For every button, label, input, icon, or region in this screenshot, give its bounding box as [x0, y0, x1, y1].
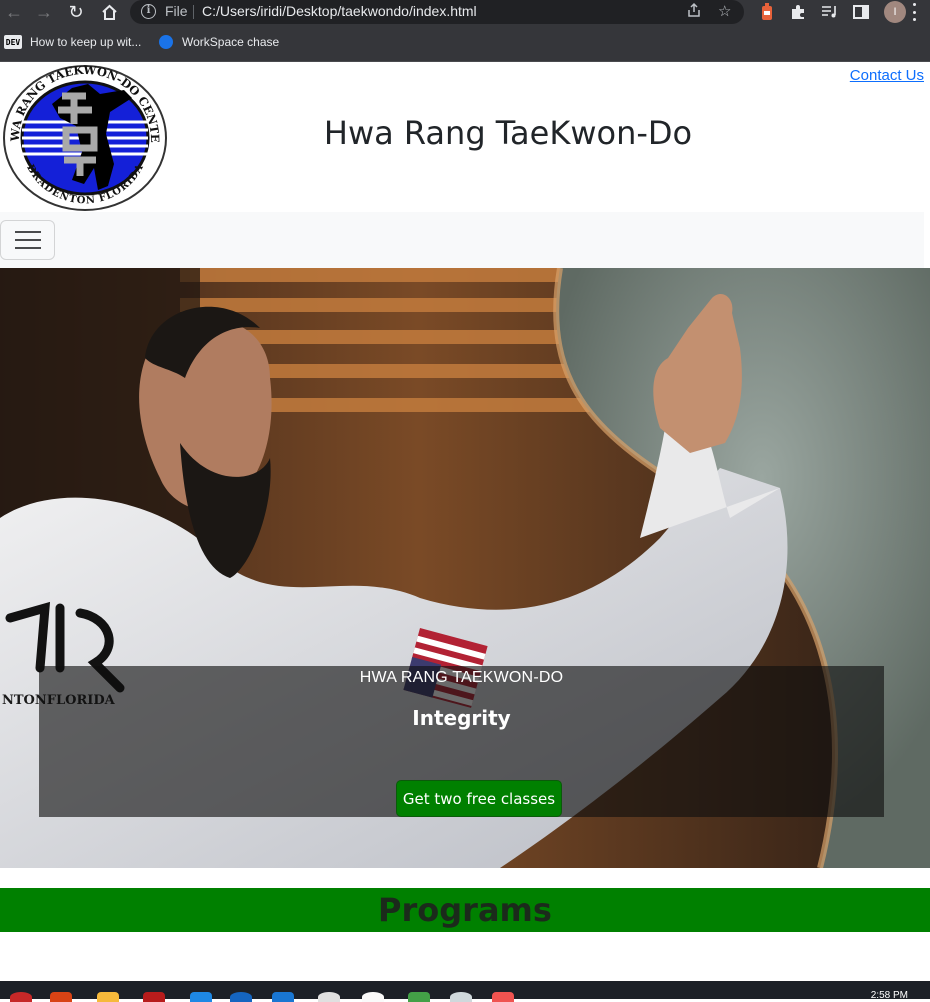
side-panel-icon[interactable]: [851, 2, 871, 22]
carousel-caption: HWA RANG TAEKWON-DO Integrity Get two fr…: [39, 666, 884, 817]
share-icon[interactable]: [686, 2, 702, 22]
extension-icon[interactable]: [757, 2, 777, 22]
bookmarks-bar: DEV How to keep up wit... WorkSpace chas…: [0, 26, 930, 62]
scheme-label: File: [165, 3, 188, 19]
url-text[interactable]: C:/Users/iridi/Desktop/taekwondo/index.h…: [202, 3, 477, 19]
taskbar-app-icon[interactable]: [318, 992, 340, 1002]
dev-icon: DEV: [4, 35, 22, 49]
taskbar-app-icon[interactable]: [190, 992, 212, 1002]
taskbar-app-icon[interactable]: [492, 992, 514, 1002]
free-classes-button[interactable]: Get two free classes: [396, 780, 562, 817]
hero-carousel: NTONFLORIDA HWA RANG TAEKWON-DO Integrit…: [0, 268, 930, 868]
hamburger-menu-button[interactable]: [0, 220, 55, 260]
caption-kicker: HWA RANG TAEKWON-DO: [359, 669, 564, 686]
media-control-icon[interactable]: [820, 2, 840, 22]
taskbar-app-icon[interactable]: [408, 992, 430, 1002]
taskbar-app-icon[interactable]: [10, 992, 32, 1002]
back-icon[interactable]: ←: [2, 1, 26, 23]
profile-avatar[interactable]: I: [884, 1, 906, 23]
forward-icon[interactable]: →: [32, 1, 56, 23]
bookmark-label: How to keep up wit...: [30, 35, 142, 49]
bookmark-label: WorkSpace chase: [182, 35, 280, 49]
caption-motto: Integrity: [412, 706, 511, 730]
taskbar-app-icon[interactable]: [450, 992, 472, 1002]
bookmark-item[interactable]: DEV How to keep up wit...: [4, 35, 141, 49]
programs-heading: Programs: [0, 888, 930, 932]
taskbar-clock: 2:58 PM: [870, 990, 908, 1001]
puzzle-icon[interactable]: [788, 2, 808, 22]
navbar: [0, 212, 924, 268]
address-bar[interactable]: i File C:/Users/iridi/Desktop/taekwondo/…: [130, 0, 744, 24]
bookmark-star-icon[interactable]: ☆: [718, 2, 731, 20]
home-icon[interactable]: [97, 1, 121, 23]
taskbar-app-icon[interactable]: [362, 992, 384, 1002]
hamburger-icon: [14, 231, 41, 233]
folder-taskbar-icon[interactable]: [97, 992, 119, 1002]
browser-toolbar: ← → ↻ i File C:/Users/iridi/Desktop/taek…: [0, 0, 930, 26]
edge-taskbar-icon[interactable]: [230, 992, 252, 1002]
contact-us-link[interactable]: Contact Us: [850, 67, 924, 84]
taskbar-app-icon[interactable]: [272, 992, 294, 1002]
bookmark-item[interactable]: WorkSpace chase: [159, 35, 279, 49]
site-title: Hwa Rang TaeKwon-Do: [323, 114, 693, 152]
taskbar-app-icon[interactable]: [143, 992, 165, 1002]
reload-icon[interactable]: ↻: [64, 1, 88, 23]
web-page: HWA RANG TAEKWON-DO CENTER BRADENTON FLO…: [0, 62, 930, 981]
chrome-taskbar-icon[interactable]: [50, 992, 72, 1002]
globe-icon: [159, 35, 173, 49]
address-separator: [193, 5, 194, 19]
menu-kebab-icon[interactable]: [913, 3, 917, 21]
windows-taskbar: 2:58 PM: [0, 981, 930, 1002]
site-info-icon[interactable]: i: [141, 4, 156, 19]
